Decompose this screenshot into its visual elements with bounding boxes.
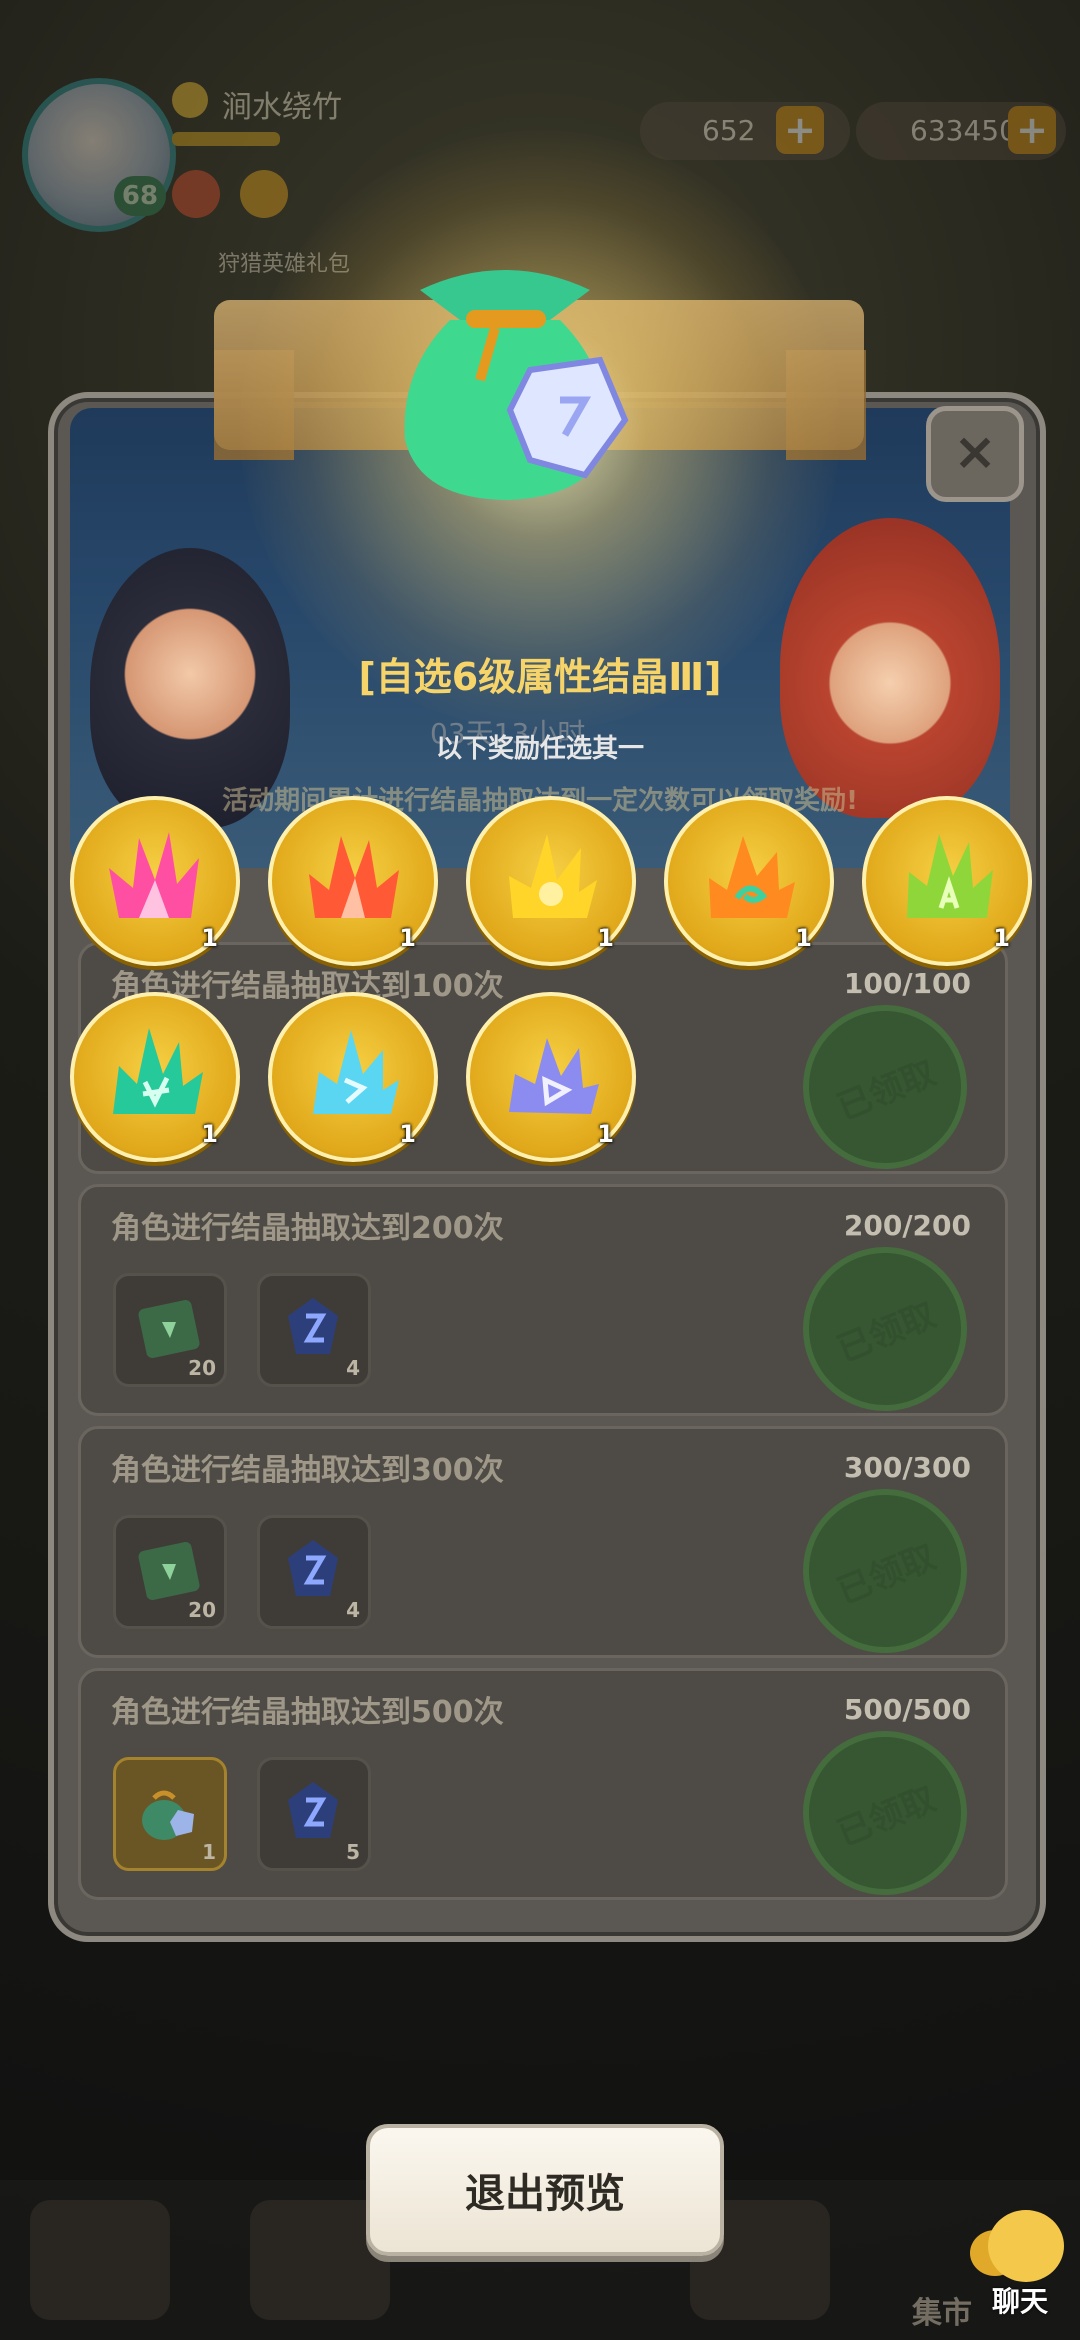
add-currency-1-button: + [776,106,824,154]
item-count: 20 [188,1598,216,1622]
teal-crystal-icon [113,1028,203,1114]
crystal-bag-icon [142,1790,194,1840]
close-button[interactable]: × [926,406,1024,502]
choice-red-crystal[interactable]: 1 [268,796,438,966]
choice-orange-crystal[interactable]: 1 [664,796,834,966]
blue-crystal-icon [288,1298,338,1354]
task-title: 角色进行结晶抽取达到300次 [111,1453,504,1488]
task-row: 角色进行结晶抽取达到300次 300/300 20 4 已领取 [78,1426,1008,1678]
red-crystal-icon [309,836,399,918]
xp-bar [172,132,280,146]
choice-qty: 1 [795,924,812,952]
orange-crystal-icon [709,836,795,918]
green-ticket-icon [138,1300,200,1358]
choice-yellow-crystal[interactable]: 1 [466,796,636,966]
claimed-stamp: 已领取 [778,980,992,1194]
market-tab-label: 集市 [912,2296,972,2331]
blue-crystal-icon [288,1782,338,1838]
nav-tab [30,2200,170,2320]
violet-crystal-icon [509,1038,599,1114]
reward-item[interactable]: 5 [257,1757,371,1871]
task-progress: 200/200 [843,1209,971,1242]
cyan-crystal-icon [313,1030,399,1114]
task-title: 角色进行结晶抽取达到200次 [111,1211,504,1246]
task-row: 角色进行结晶抽取达到200次 200/200 20 4 已领取 [78,1184,1008,1436]
crystal-bag-icon [404,270,629,500]
task-progress: 500/500 [843,1693,971,1726]
choice-qty: 1 [399,1120,416,1148]
item-count: 1 [202,1840,216,1864]
chat-button[interactable]: 聊天 [970,2210,1074,2330]
exit-preview-button[interactable]: 退出预览 [366,2124,724,2256]
item-count: 20 [188,1356,216,1380]
claimed-stamp: 已领取 [778,1706,992,1920]
choice-pink-crystal[interactable]: 1 [70,796,240,966]
reward-item[interactable]: 4 [257,1515,371,1629]
choice-qty: 1 [597,924,614,952]
reward-item[interactable]: 4 [257,1273,371,1387]
task-row: 角色进行结晶抽取达到500次 500/500 1 5 已领取 [78,1668,1008,1920]
player-name: 涧水绕竹 [222,90,342,125]
currency-1-value: 652 [702,114,756,147]
reward-item[interactable]: 20 [113,1515,227,1629]
green-crystal-icon [907,834,993,918]
claimed-stamp: 已领取 [778,1222,992,1436]
medal-icon [240,170,288,218]
choice-qty: 1 [993,924,1010,952]
item-count: 5 [346,1840,360,1864]
yellow-crystal-icon [509,834,597,918]
reward-item[interactable]: 20 [113,1273,227,1387]
reward-subtitle: 以下奖励任选其一 [435,734,644,764]
choice-violet-crystal[interactable]: 1 [466,992,636,1162]
choice-qty: 1 [201,1120,218,1148]
green-ticket-icon [138,1542,200,1600]
emoji-icon [172,82,208,118]
level-badge: 68 [114,176,166,216]
choice-qty: 1 [597,1120,614,1148]
chat-label: 聊天 [992,2285,1049,2318]
currency-2: 633450 + [856,102,1066,160]
currency-2-value: 633450 [910,114,1017,147]
choice-teal-crystal[interactable]: 1 [70,992,240,1162]
choice-qty: 1 [399,924,416,952]
pink-crystal-icon [109,832,199,918]
event-icon [172,170,220,218]
task-progress: 100/100 [843,967,971,1000]
claimed-stamp: 已领取 [778,1464,992,1678]
reward-item[interactable]: 1 [113,1757,227,1871]
add-currency-2-button: + [1008,106,1056,154]
item-count: 4 [346,1598,360,1622]
chat-face-icon [988,2210,1064,2282]
reward-title: [自选6级属性结晶Ⅲ] [358,655,722,699]
task-progress: 300/300 [843,1451,971,1484]
choice-qty: 1 [201,924,218,952]
choice-cyan-crystal[interactable]: 1 [268,992,438,1162]
blue-crystal-icon [288,1540,338,1596]
choice-green-crystal[interactable]: 1 [862,796,1032,966]
currency-1: 652 + [640,102,850,160]
item-count: 4 [346,1356,360,1380]
task-title: 角色进行结晶抽取达到500次 [111,1695,504,1730]
